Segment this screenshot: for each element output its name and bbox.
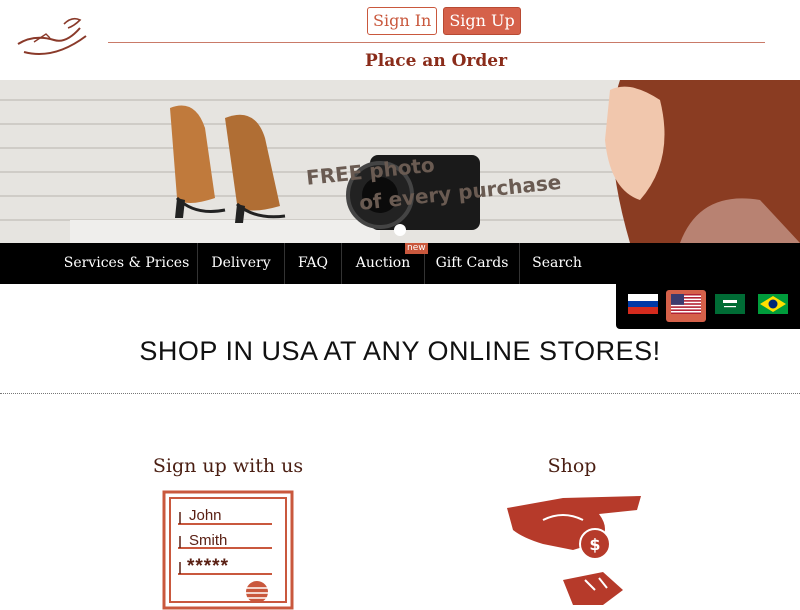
promo-banner[interactable]: FREE photo of every purchase (0, 80, 800, 243)
form-password: ***** (187, 556, 229, 577)
nav-search[interactable]: Search (520, 243, 594, 284)
saudi-flag-icon[interactable] (715, 294, 745, 314)
nav-services-prices[interactable]: Services & Prices (56, 243, 198, 284)
photographer-image (605, 80, 800, 243)
sign-in-button[interactable]: Sign In (367, 7, 438, 35)
main-nav: Services & Prices Delivery FAQ Auction G… (0, 243, 800, 284)
high-heels-image (170, 105, 286, 223)
form-last-name: Smith (189, 532, 228, 549)
brazil-flag-icon[interactable] (758, 294, 788, 314)
new-badge: new (405, 243, 428, 254)
nav-faq[interactable]: FAQ (285, 243, 342, 284)
page-headline: SHOP IN USA AT ANY ONLINE STORES! (139, 336, 661, 366)
form-first-name: John (189, 507, 222, 524)
signup-form-icon (162, 490, 294, 610)
svg-text:$: $ (589, 535, 600, 554)
russian-flag-icon[interactable] (628, 294, 658, 314)
sign-up-button[interactable]: Sign Up (443, 7, 521, 35)
nav-gift-cards[interactable]: Gift Cards (425, 243, 520, 284)
language-selector (616, 284, 800, 329)
step-signup-title: Sign up with us (152, 455, 304, 477)
us-flag-icon[interactable] (671, 294, 701, 314)
place-order-link[interactable]: Place an Order (0, 51, 800, 71)
nav-delivery[interactable]: Delivery (198, 243, 285, 284)
carousel-dot[interactable] (394, 224, 406, 236)
dotted-divider (0, 393, 800, 394)
step-shop-title: Shop (547, 455, 597, 477)
hand-coin-icon: $ (507, 496, 641, 605)
header-divider (108, 42, 765, 43)
